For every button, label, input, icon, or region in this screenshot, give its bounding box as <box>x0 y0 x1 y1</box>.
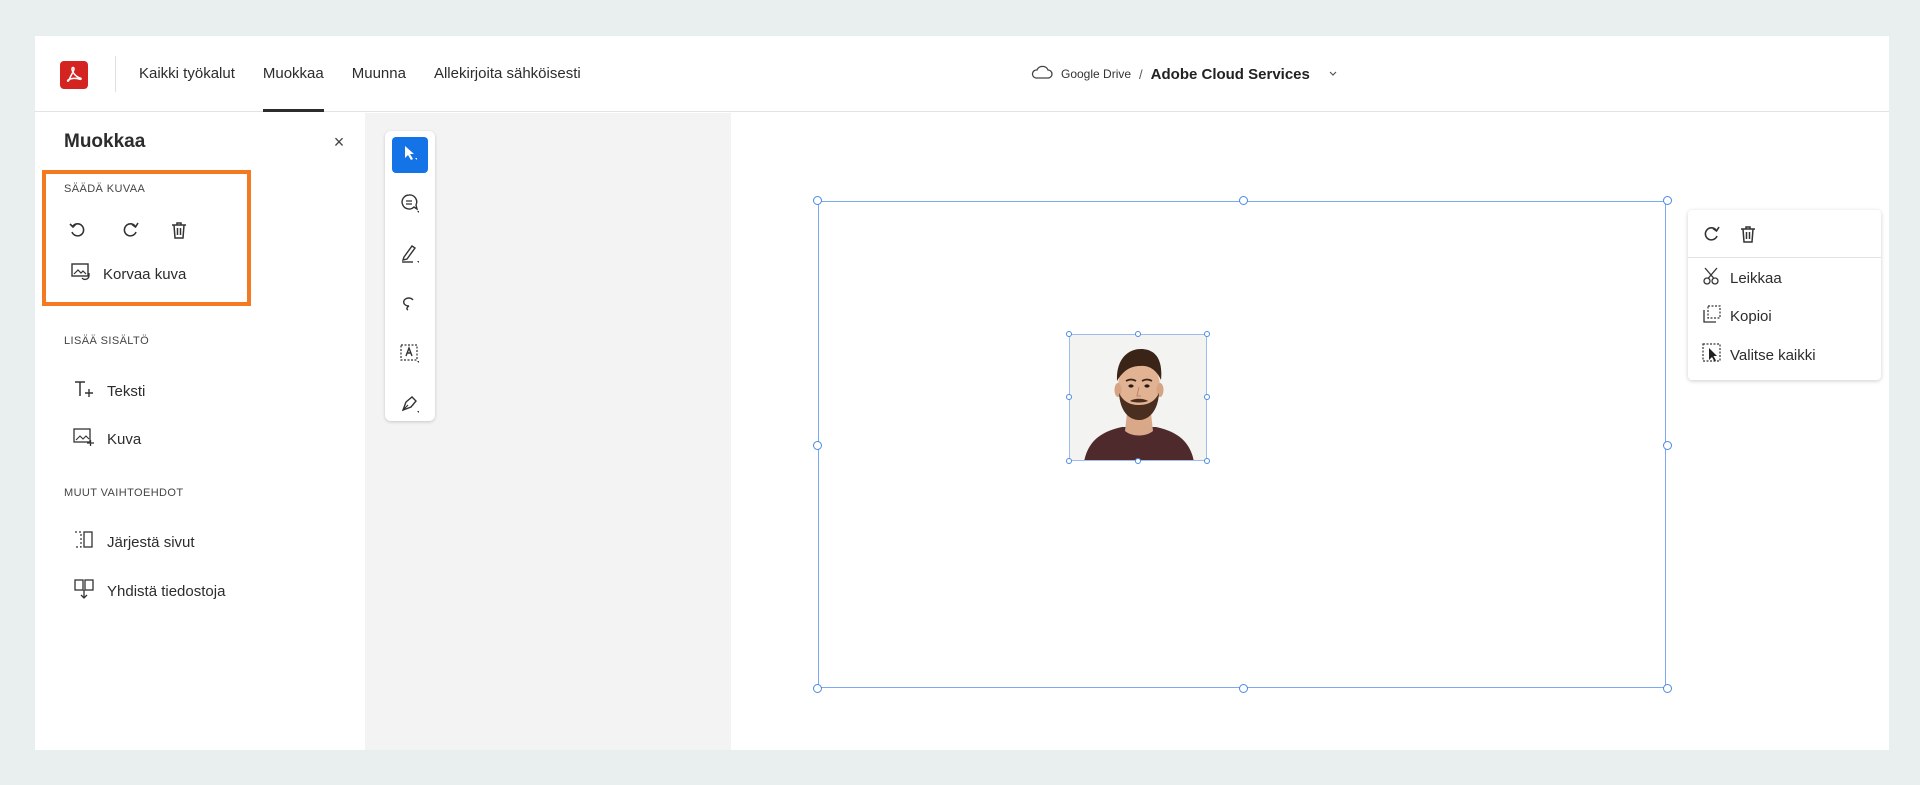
add-image-label: Kuva <box>107 430 142 448</box>
trash-icon[interactable] <box>1734 220 1762 248</box>
organize-pages-label: Järjestä sivut <box>107 533 195 551</box>
select-tool[interactable] <box>392 137 428 173</box>
selected-page-frame[interactable] <box>818 201 1666 688</box>
image-resize-handle[interactable] <box>1135 331 1141 337</box>
main-nav: Kaikki työkalut Muokkaa Muunna Allekirjo… <box>139 36 609 112</box>
menu-item-select-all-label: Valitse kaikki <box>1730 346 1816 364</box>
adobe-acrobat-logo[interactable] <box>60 61 88 89</box>
section-adjust-image: SÄÄDÄ KUVAA <box>64 183 146 195</box>
organize-pages-icon <box>73 530 95 554</box>
resize-handle[interactable] <box>813 441 822 450</box>
image-resize-handle[interactable] <box>1204 458 1210 464</box>
panel-title: Muokkaa <box>64 131 146 152</box>
add-image-icon <box>73 427 95 451</box>
nav-edit[interactable]: Muokkaa <box>262 36 324 112</box>
edit-panel: Muokkaa × SÄÄDÄ KUVAA Korvaa kuva LISÄÄ … <box>35 113 365 750</box>
add-text-label: Teksti <box>107 382 146 400</box>
breadcrumb: Google Drive / Adobe Cloud Services <box>1031 36 1338 112</box>
highlight-tool[interactable] <box>392 237 428 273</box>
add-image-button[interactable]: Kuva <box>73 427 141 451</box>
resize-handle[interactable] <box>1239 684 1248 693</box>
combine-files-label: Yhdistä tiedostoja <box>107 582 226 600</box>
rotate-right-icon[interactable] <box>1698 220 1726 248</box>
select-all-icon <box>1702 343 1722 367</box>
image-resize-handle[interactable] <box>1066 394 1072 400</box>
breadcrumb-location[interactable]: Google Drive <box>1061 67 1131 81</box>
image-resize-handle[interactable] <box>1066 458 1072 464</box>
rotate-left-icon[interactable] <box>63 216 91 244</box>
trash-icon[interactable] <box>165 216 193 244</box>
add-text-icon <box>73 379 95 403</box>
menu-item-cut-label: Leikkaa <box>1730 269 1782 287</box>
resize-handle[interactable] <box>1239 196 1248 205</box>
menu-item-copy-label: Kopioi <box>1730 307 1772 325</box>
replace-image-button[interactable]: Korvaa kuva <box>71 263 186 285</box>
divider <box>115 56 116 92</box>
breadcrumb-separator: / <box>1139 66 1143 82</box>
portrait-image[interactable] <box>1069 334 1207 461</box>
combine-files-button[interactable]: Yhdistä tiedostoja <box>73 578 225 604</box>
quick-toolbar <box>385 131 435 421</box>
image-resize-handle[interactable] <box>1204 394 1210 400</box>
section-add-content: LISÄÄ SISÄLTÖ <box>64 335 150 347</box>
resize-handle[interactable] <box>1663 441 1672 450</box>
nav-e-sign[interactable]: Allekirjoita sähköisesti <box>434 36 581 112</box>
comment-tool[interactable] <box>392 187 428 223</box>
close-icon[interactable]: × <box>328 131 350 153</box>
resize-handle[interactable] <box>1663 196 1672 205</box>
cloud-icon <box>1031 65 1053 84</box>
document-title[interactable]: Adobe Cloud Services <box>1151 66 1310 83</box>
menu-item-cut[interactable]: Leikkaa <box>1702 266 1782 290</box>
resize-handle[interactable] <box>813 196 822 205</box>
pen-nib-icon <box>399 392 421 419</box>
text-box-icon <box>399 342 421 369</box>
organize-pages-button[interactable]: Järjestä sivut <box>73 530 195 554</box>
scissors-icon <box>1702 266 1722 290</box>
menu-item-select-all[interactable]: Valitse kaikki <box>1702 343 1816 367</box>
copy-icon <box>1702 304 1722 328</box>
sign-tool[interactable] <box>392 387 428 423</box>
replace-image-icon <box>71 263 91 285</box>
context-menu: Leikkaa Kopioi Valitse kaikki <box>1688 210 1881 380</box>
image-resize-handle[interactable] <box>1204 331 1210 337</box>
nav-all-tools[interactable]: Kaikki työkalut <box>139 36 235 112</box>
chevron-down-icon[interactable] <box>1328 65 1338 83</box>
cursor-icon <box>401 144 419 167</box>
combine-files-icon <box>73 578 95 604</box>
draw-tool[interactable] <box>392 287 428 323</box>
context-menu-actions <box>1688 210 1881 258</box>
nav-convert[interactable]: Muunna <box>352 36 406 112</box>
resize-handle[interactable] <box>813 684 822 693</box>
replace-image-label: Korvaa kuva <box>103 265 187 283</box>
add-text-button[interactable]: Teksti <box>73 379 145 403</box>
comment-icon <box>399 192 421 219</box>
image-resize-handle[interactable] <box>1066 331 1072 337</box>
highlighter-icon <box>399 242 421 269</box>
lasso-icon <box>399 292 421 319</box>
menu-item-copy[interactable]: Kopioi <box>1702 304 1772 328</box>
rotate-right-icon[interactable] <box>117 216 145 244</box>
text-box-tool[interactable] <box>392 337 428 373</box>
image-resize-handle[interactable] <box>1135 458 1141 464</box>
section-other-options: MUUT VAIHTOEHDOT <box>64 487 184 499</box>
top-bar: Kaikki työkalut Muokkaa Muunna Allekirjo… <box>35 36 1889 112</box>
resize-handle[interactable] <box>1663 684 1672 693</box>
